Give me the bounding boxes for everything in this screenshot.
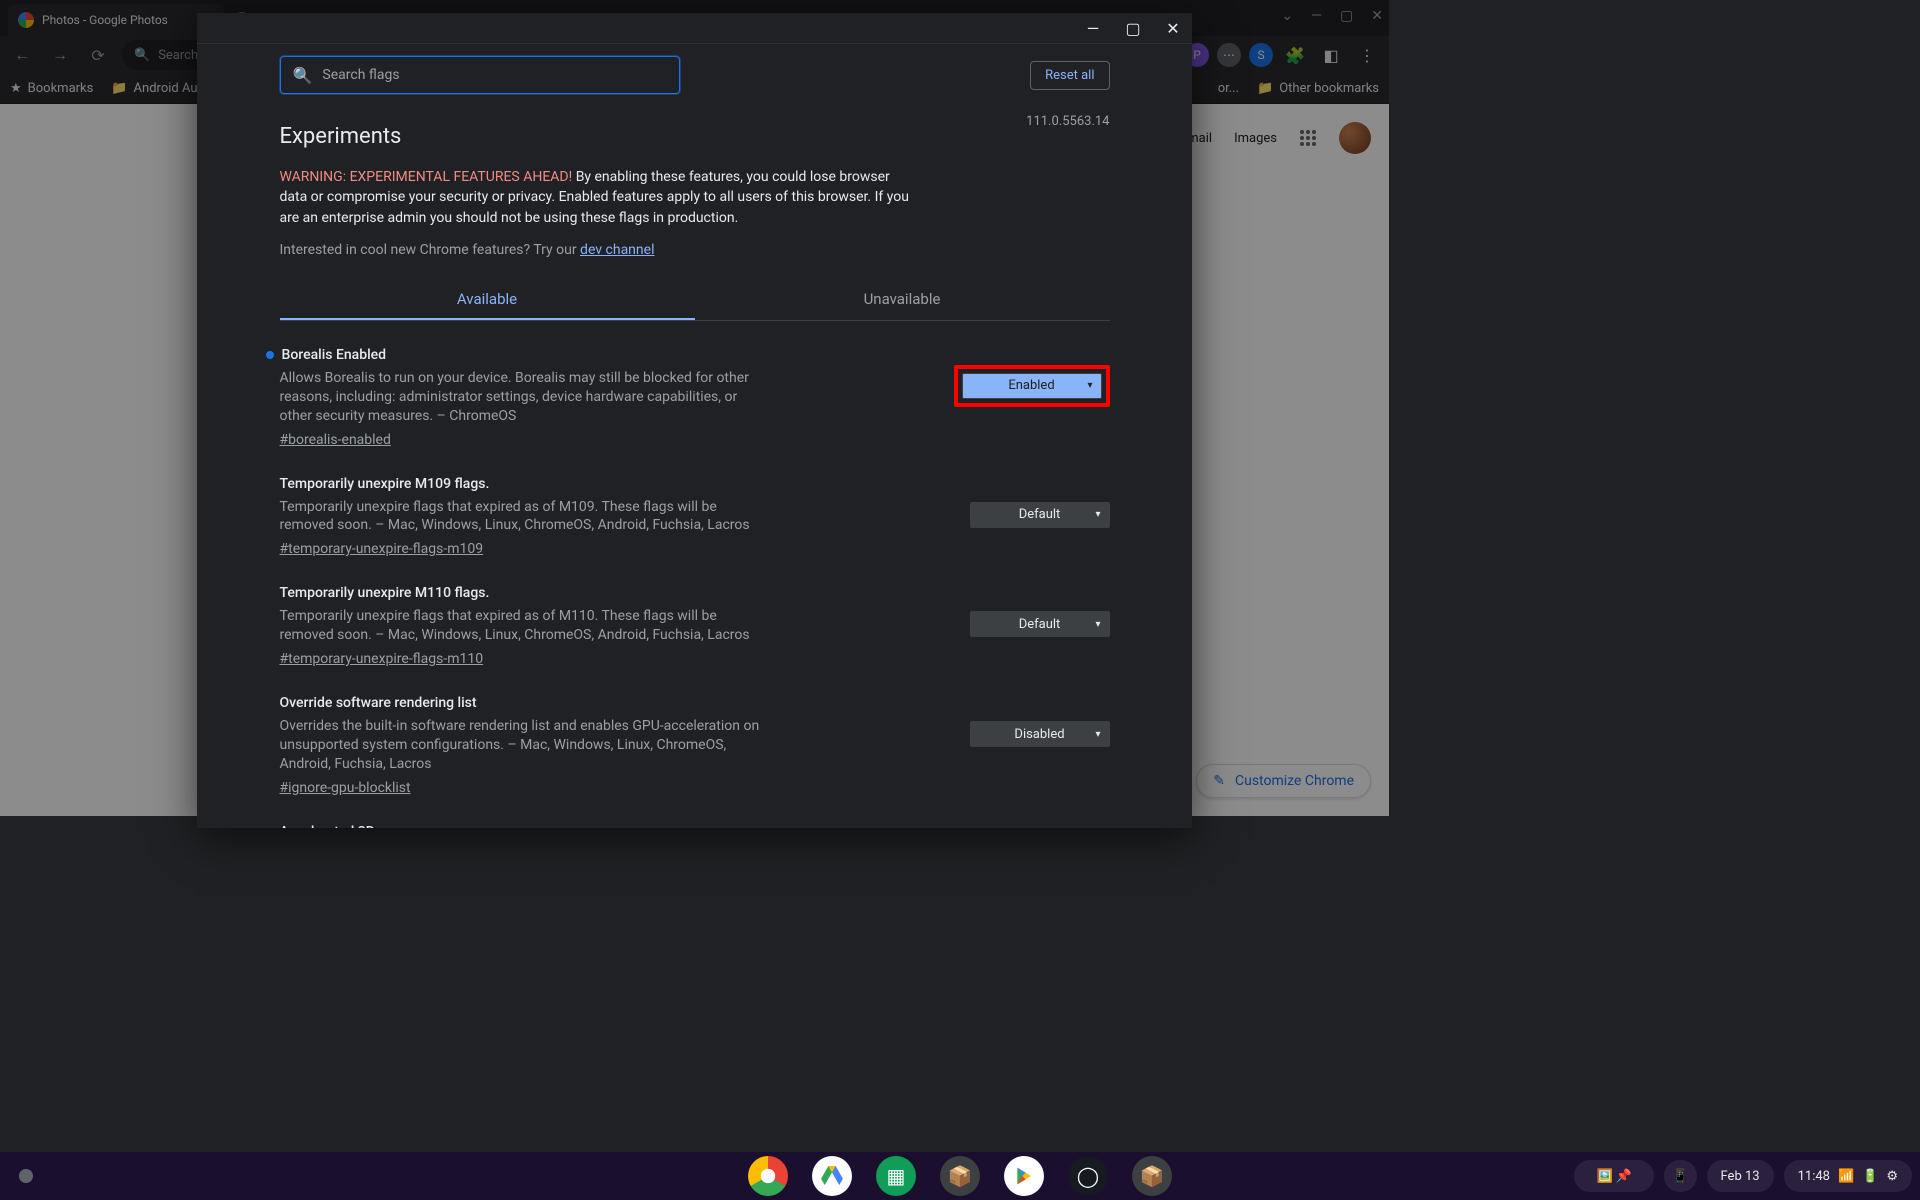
minimize-icon[interactable]: — xyxy=(1084,19,1102,38)
launcher-button[interactable] xyxy=(8,1158,44,1194)
tab-available[interactable]: Available xyxy=(280,280,695,320)
shelf-date[interactable]: Feb 13 xyxy=(1707,1160,1774,1192)
flag-title: Temporarily unexpire M109 flags. xyxy=(280,476,946,492)
flag-title: Override software rendering list xyxy=(280,695,946,711)
close-icon[interactable]: ✕ xyxy=(1164,19,1182,38)
reset-all-button[interactable]: Reset all xyxy=(1030,61,1109,90)
maximize-icon[interactable]: ▢ xyxy=(1340,8,1353,24)
sidepanel-icon[interactable]: ◧ xyxy=(1317,41,1345,69)
bookmarks-label[interactable]: ★Bookmarks xyxy=(10,81,93,96)
search-flags-field[interactable] xyxy=(322,67,666,83)
customize-chrome-button[interactable]: ✎ Customize Chrome xyxy=(1196,764,1371,798)
bookmark-truncated[interactable]: or... xyxy=(1218,81,1239,96)
chevron-down-icon[interactable]: ⌄ xyxy=(1281,8,1293,24)
flag-state-select[interactable]: Default xyxy=(970,611,1110,637)
flag-anchor-link[interactable]: #temporary-unexpire-flags-m110 xyxy=(280,651,484,667)
warning-bold: WARNING: EXPERIMENTAL FEATURES AHEAD! xyxy=(280,169,573,185)
reload-button[interactable]: ⟳ xyxy=(84,41,112,69)
star-icon: ★ xyxy=(10,81,22,96)
forward-button[interactable]: → xyxy=(46,41,74,69)
flag-title: Temporarily unexpire M110 flags. xyxy=(280,585,946,601)
flag-title: Borealis Enabled xyxy=(280,347,930,363)
flag-anchor-link[interactable]: #temporary-unexpire-flags-m109 xyxy=(280,541,484,557)
shelf-status-tray[interactable]: 11:48 📶 🔋 ⚙ xyxy=(1784,1160,1912,1192)
chromeos-shelf: ▦ 📦 ◯ 📦 🖼️ 📌 📱 Feb 13 11:48 📶 🔋 ⚙ xyxy=(0,1152,1920,1200)
dev-channel-link[interactable]: dev channel xyxy=(580,242,654,258)
minimize-icon[interactable]: — xyxy=(1311,8,1322,24)
flag-description: Temporarily unexpire flags that expired … xyxy=(280,607,770,645)
folder-icon: 📁 xyxy=(1257,81,1273,96)
back-button[interactable]: ← xyxy=(8,41,36,69)
extension-icon[interactable]: S xyxy=(1249,43,1273,67)
phone-hub-icon[interactable]: 📱 xyxy=(1664,1160,1696,1192)
play-store-icon[interactable] xyxy=(1004,1156,1044,1196)
ntp-header-links: Gmail Images xyxy=(1178,122,1371,154)
avatar[interactable] xyxy=(1339,122,1371,154)
chrome-version: 111.0.5563.14 xyxy=(1026,114,1109,129)
flags-list: Borealis Enabled Allows Borealis to run o… xyxy=(280,347,1110,828)
flag-item: Temporarily unexpire M110 flags. Temporar… xyxy=(280,585,1110,667)
flag-description: Temporarily unexpire flags that expired … xyxy=(280,498,770,536)
search-flags-input[interactable]: 🔍 xyxy=(280,56,680,94)
sheets-app-icon[interactable]: ▦ xyxy=(876,1156,916,1196)
battery-icon: 🔋 xyxy=(1862,1169,1878,1184)
dev-channel-line: Interested in cool new Chrome features? … xyxy=(280,242,1110,258)
browser-window-controls: ⌄ — ▢ ✕ xyxy=(1281,8,1383,24)
warning-text: WARNING: EXPERIMENTAL FEATURES AHEAD! By… xyxy=(280,167,920,228)
steam-app-icon[interactable]: ◯ xyxy=(1068,1156,1108,1196)
flag-item: Accelerated 2D canvasEnables the use of … xyxy=(280,824,1110,828)
other-bookmarks[interactable]: 📁Other bookmarks xyxy=(1257,81,1379,96)
flag-anchor-link[interactable]: #borealis-enabled xyxy=(280,432,391,448)
settings-gear-icon: ⚙ xyxy=(1886,1169,1898,1184)
tab-unavailable[interactable]: Unavailable xyxy=(695,280,1110,320)
flag-title: Accelerated 2D canvas xyxy=(280,824,946,828)
flag-item: Temporarily unexpire M109 flags. Temporar… xyxy=(280,476,1110,558)
search-icon: 🔍 xyxy=(293,66,313,85)
files-app-icon[interactable]: 📦 xyxy=(940,1156,980,1196)
folder-icon: 📁 xyxy=(111,81,127,96)
tab-photos[interactable]: Photos - Google Photos × xyxy=(8,4,224,36)
chrome-flags-window: — ▢ ✕ 🔍 Reset all Experiments 111.0.5563… xyxy=(197,13,1192,828)
flag-description: Allows Borealis to run on your device. B… xyxy=(280,369,770,426)
modified-dot-icon xyxy=(266,351,274,359)
flag-description: Overrides the built-in software renderin… xyxy=(280,717,770,774)
images-link[interactable]: Images xyxy=(1234,131,1277,146)
drive-app-icon[interactable] xyxy=(812,1156,852,1196)
apps-grid-icon[interactable] xyxy=(1299,129,1317,147)
flag-item: Borealis Enabled Allows Borealis to run o… xyxy=(280,347,1110,448)
search-icon: 🔍 xyxy=(134,48,150,63)
flag-state-select[interactable]: Default xyxy=(970,502,1110,528)
wifi-icon: 📶 xyxy=(1838,1169,1854,1184)
extensions-icon[interactable]: 🧩 xyxy=(1281,41,1309,69)
flag-anchor-link[interactable]: #ignore-gpu-blocklist xyxy=(280,780,411,796)
pencil-icon: ✎ xyxy=(1213,773,1225,789)
app-icon[interactable]: 📦 xyxy=(1132,1156,1172,1196)
page-title: Experiments xyxy=(280,124,1110,149)
chrome-app-icon[interactable] xyxy=(748,1156,788,1196)
menu-icon[interactable]: ⋮ xyxy=(1353,41,1381,69)
shelf-time: 11:48 xyxy=(1798,1169,1830,1184)
customize-label: Customize Chrome xyxy=(1235,773,1354,789)
extension-icon[interactable]: ⋯ xyxy=(1217,43,1241,67)
google-photos-icon xyxy=(18,12,34,28)
close-icon[interactable]: ✕ xyxy=(1371,8,1383,24)
flags-tabs: Available Unavailable xyxy=(280,280,1110,321)
shelf-pinned-apps: ▦ 📦 ◯ 📦 xyxy=(748,1156,1172,1196)
flag-state-select[interactable]: Disabled xyxy=(970,721,1110,747)
flag-item: Override software rendering list Override… xyxy=(280,695,1110,796)
shelf-thumbnail[interactable]: 🖼️ 📌 xyxy=(1574,1160,1654,1192)
flags-window-controls: — ▢ ✕ xyxy=(197,13,1192,44)
maximize-icon[interactable]: ▢ xyxy=(1124,19,1142,38)
flag-state-select[interactable]: Enabled xyxy=(962,373,1102,399)
tab-title: Photos - Google Photos xyxy=(42,13,168,27)
